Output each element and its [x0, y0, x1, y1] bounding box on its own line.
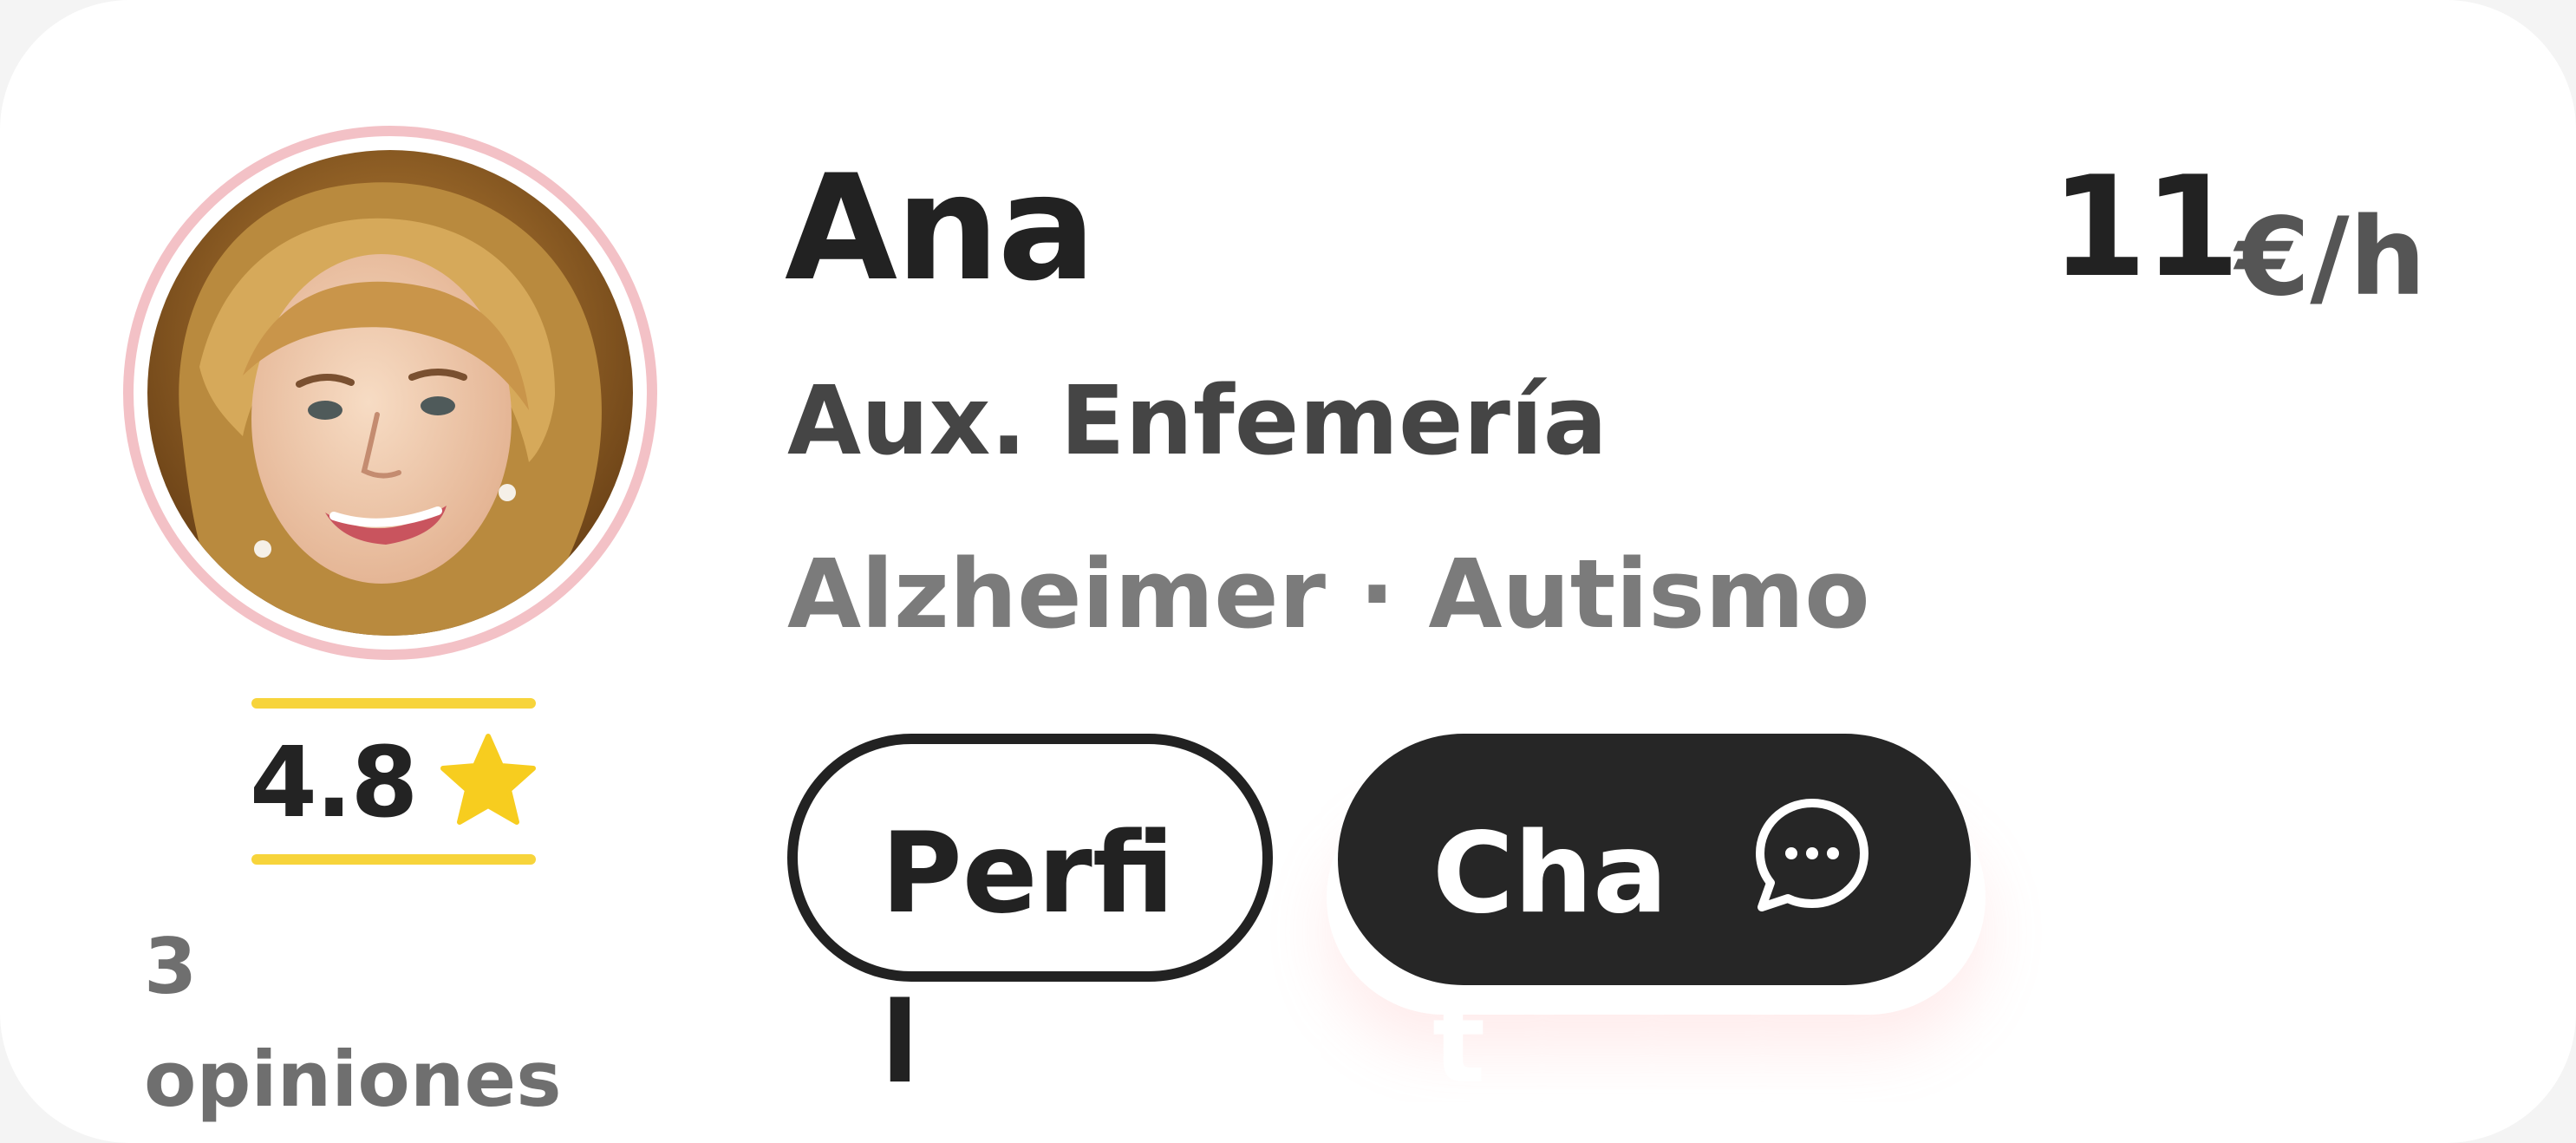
- price-amount: 11: [2051, 146, 2240, 308]
- caregiver-specialties: Alzheimer · Autismo: [787, 539, 1870, 650]
- rating-divider-bottom: [251, 854, 536, 865]
- chat-bubble-icon[interactable]: [1751, 794, 1873, 916]
- star-icon: [439, 733, 538, 828]
- price-unit: €/h: [2235, 195, 2426, 320]
- caregiver-name: Ana: [785, 143, 1096, 313]
- avatar: [147, 150, 633, 636]
- reviews-count[interactable]: 3 opiniones: [144, 911, 629, 1136]
- rating-divider-top: [251, 698, 536, 709]
- chat-button-label[interactable]: Chat: [1432, 789, 1684, 1129]
- caregiver-profession: Aux. Enfemería: [787, 365, 1608, 476]
- rating-value: 4.8: [250, 727, 418, 839]
- profile-button-label[interactable]: Perfil: [881, 789, 1176, 1129]
- caregiver-card: 4.8 3 opiniones Ana Aux. Enfemería Alzhe…: [0, 0, 2576, 1143]
